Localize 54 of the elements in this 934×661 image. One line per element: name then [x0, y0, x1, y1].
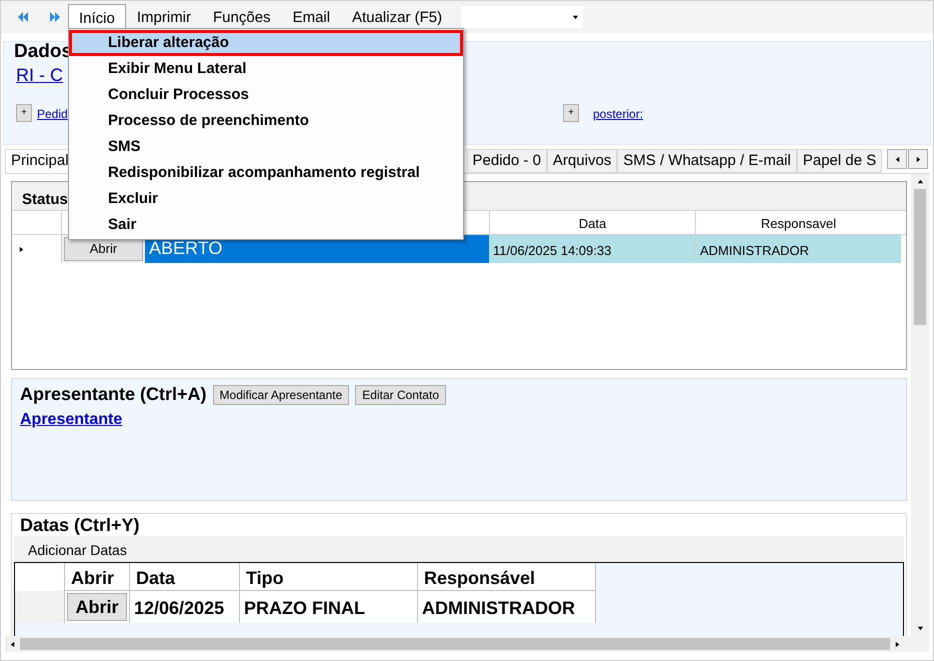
open-button[interactable]: Abrir: [67, 593, 127, 621]
tab[interactable]: Arquivos: [546, 149, 618, 173]
column-header: Data: [130, 563, 240, 591]
order-link[interactable]: Pedid: [37, 105, 68, 123]
menu-item[interactable]: Imprimir: [126, 4, 202, 33]
tab[interactable]: Pedido - 0: [466, 149, 547, 173]
column-header: Tipo: [240, 563, 418, 591]
section-title: Apresentante (Ctrl+A): [20, 383, 207, 406]
add-dates-button[interactable]: Adicionar Datas: [14, 536, 904, 562]
caret-icon: [572, 14, 580, 20]
expand-button[interactable]: +: [563, 104, 579, 122]
menu-option[interactable]: Exibir Menu Lateral: [69, 56, 463, 82]
horizontal-scrollbar[interactable]: [5, 636, 929, 652]
menu-option[interactable]: Excluir: [69, 186, 463, 212]
menu-option[interactable]: Sair: [69, 212, 463, 238]
menu-item[interactable]: Email: [282, 4, 342, 33]
menu-option[interactable]: Liberar alteração: [69, 30, 463, 56]
column-header: Abrir: [65, 563, 130, 591]
scroll-thumb[interactable]: [20, 638, 890, 650]
down-arrow-icon: [916, 625, 924, 632]
column-header: Responsavel: [695, 211, 901, 234]
column-header: Data: [489, 211, 695, 234]
up-arrow-icon: [916, 178, 924, 185]
section-title: Datas (Ctrl+Y): [19, 514, 141, 536]
right-arrow-icon: [894, 640, 901, 648]
menu-item[interactable]: Funções: [202, 4, 282, 33]
scroll-thumb[interactable]: [914, 189, 926, 325]
tab-scroll-right-button[interactable]: [908, 149, 928, 169]
right-arrow-icon: [914, 156, 922, 162]
table-cell: 12/06/2025: [130, 591, 240, 623]
table-cell: ADMINISTRADOR: [418, 591, 596, 623]
left-arrow-icon: [9, 640, 16, 648]
menu-item[interactable]: Atualizar (F5): [341, 4, 454, 33]
action-button[interactable]: Editar Contato: [355, 384, 446, 404]
dropdown-field[interactable]: [461, 6, 584, 28]
tab-scroll-left-button[interactable]: [887, 149, 907, 169]
row-header: [15, 563, 65, 591]
row-indicator-icon: [18, 246, 25, 252]
action-button[interactable]: Modificar Apresentante: [212, 384, 350, 404]
menu-option[interactable]: Processo de preenchimento: [69, 108, 463, 134]
tab[interactable]: SMS / Whatsapp / E-mail: [617, 149, 797, 173]
column-header: Responsável: [418, 563, 596, 591]
apresentante-link[interactable]: Apresentante: [12, 408, 906, 432]
expand-button[interactable]: +: [16, 104, 32, 122]
group-title: Status: [22, 191, 68, 208]
posterior-link[interactable]: posterior:: [593, 105, 644, 123]
record-link[interactable]: RI - C: [16, 62, 63, 89]
table-cell: 11/06/2025 14:09:33: [489, 235, 695, 263]
tab[interactable]: Papel de S: [796, 149, 882, 173]
menu-option[interactable]: Concluir Processos: [69, 82, 463, 108]
vertical-scrollbar[interactable]: [911, 174, 929, 636]
table-cell: PRAZO FINAL: [240, 591, 418, 623]
table-cell: ADMINISTRADOR: [695, 235, 901, 263]
left-arrow-icon: [894, 156, 900, 162]
